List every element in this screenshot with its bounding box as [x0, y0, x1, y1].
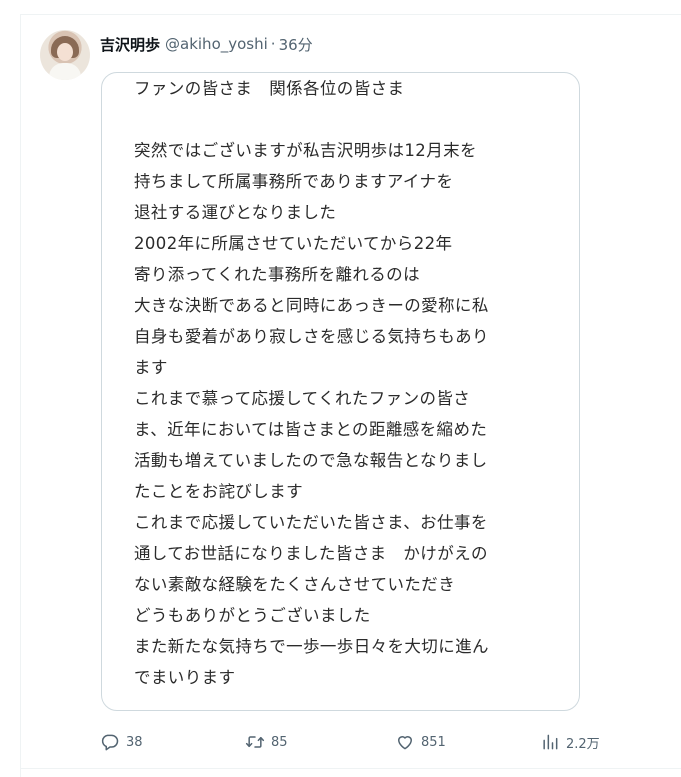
views-button[interactable]: 2.2万	[540, 730, 600, 754]
author-display-name[interactable]: 吉沢明歩	[100, 34, 160, 55]
image-text-line: ない素敵な経験をたくさんさせていただき	[134, 575, 456, 594]
image-text-line: 大きな決断であると同時にあっきーの愛称に私	[134, 296, 489, 315]
avatar[interactable]	[40, 30, 90, 80]
image-text-line: これまで慕って応援してくれたファンの皆さ	[134, 389, 471, 408]
post-image[interactable]: ファンの皆さま 関係各位の皆さま 突然ではございますが私吉沢明歩は12月末を 持…	[101, 72, 580, 711]
repost-button[interactable]: 85	[245, 730, 288, 754]
image-text-line: ファンの皆さま 関係各位の皆さま	[134, 79, 405, 98]
author-handle[interactable]: @akiho_yoshi	[165, 35, 268, 53]
repost-count: 85	[271, 734, 288, 750]
image-text-line: 通してお世話になりました皆さま かけがえの	[134, 544, 488, 563]
image-text-line: でまいります	[134, 668, 236, 687]
image-text-line: 突然ではございますが私吉沢明歩は12月末を	[134, 141, 477, 160]
image-text-line: 自身も愛着があり寂しさを感じる気持ちもあり	[134, 327, 489, 346]
image-text-line	[134, 104, 574, 135]
reply-icon	[101, 734, 119, 751]
image-text-line: ま、近年においては皆さまとの距離感を縮めた	[134, 420, 488, 439]
separator-dot: ·	[270, 35, 276, 53]
image-text-line: 退社する運びとなりました	[134, 203, 337, 222]
image-text-line: 寄り添ってくれた事務所を離れるのは	[134, 265, 420, 284]
image-text-line: たことをお詫びします	[134, 482, 303, 501]
image-text: ファンの皆さま 関係各位の皆さま 突然ではございますが私吉沢明歩は12月末を 持…	[134, 73, 574, 693]
post-header: 吉沢明歩 @akiho_yoshi · 36分	[100, 33, 313, 55]
like-icon	[398, 736, 412, 750]
reply-button[interactable]: 38	[100, 730, 143, 754]
action-bar: 38 85 851 2.2万	[100, 730, 620, 754]
view-count: 2.2万	[566, 736, 600, 752]
image-text-line: また新たな気持ちで一歩一歩日々を大切に進ん	[134, 637, 489, 656]
reply-count: 38	[126, 734, 143, 750]
post-timestamp[interactable]: 36分	[279, 34, 313, 55]
image-text-line: どうもありがとうございました	[134, 606, 371, 625]
image-text-line: 持ちまして所属事務所でありますアイナを	[134, 172, 454, 191]
image-text-line: これまで応援していただいた皆さま、お仕事を	[134, 513, 488, 532]
like-button[interactable]: 851	[395, 730, 446, 754]
image-text-line: ます	[134, 358, 168, 377]
image-text-line: 活動も増えていましたので急な報告となりまし	[134, 451, 488, 470]
like-count: 851	[421, 734, 446, 750]
image-text-line: 2002年に所属させていただいてから22年	[134, 234, 453, 253]
repost-icon	[245, 736, 265, 748]
post-divider	[20, 768, 681, 769]
views-icon	[543, 734, 558, 750]
